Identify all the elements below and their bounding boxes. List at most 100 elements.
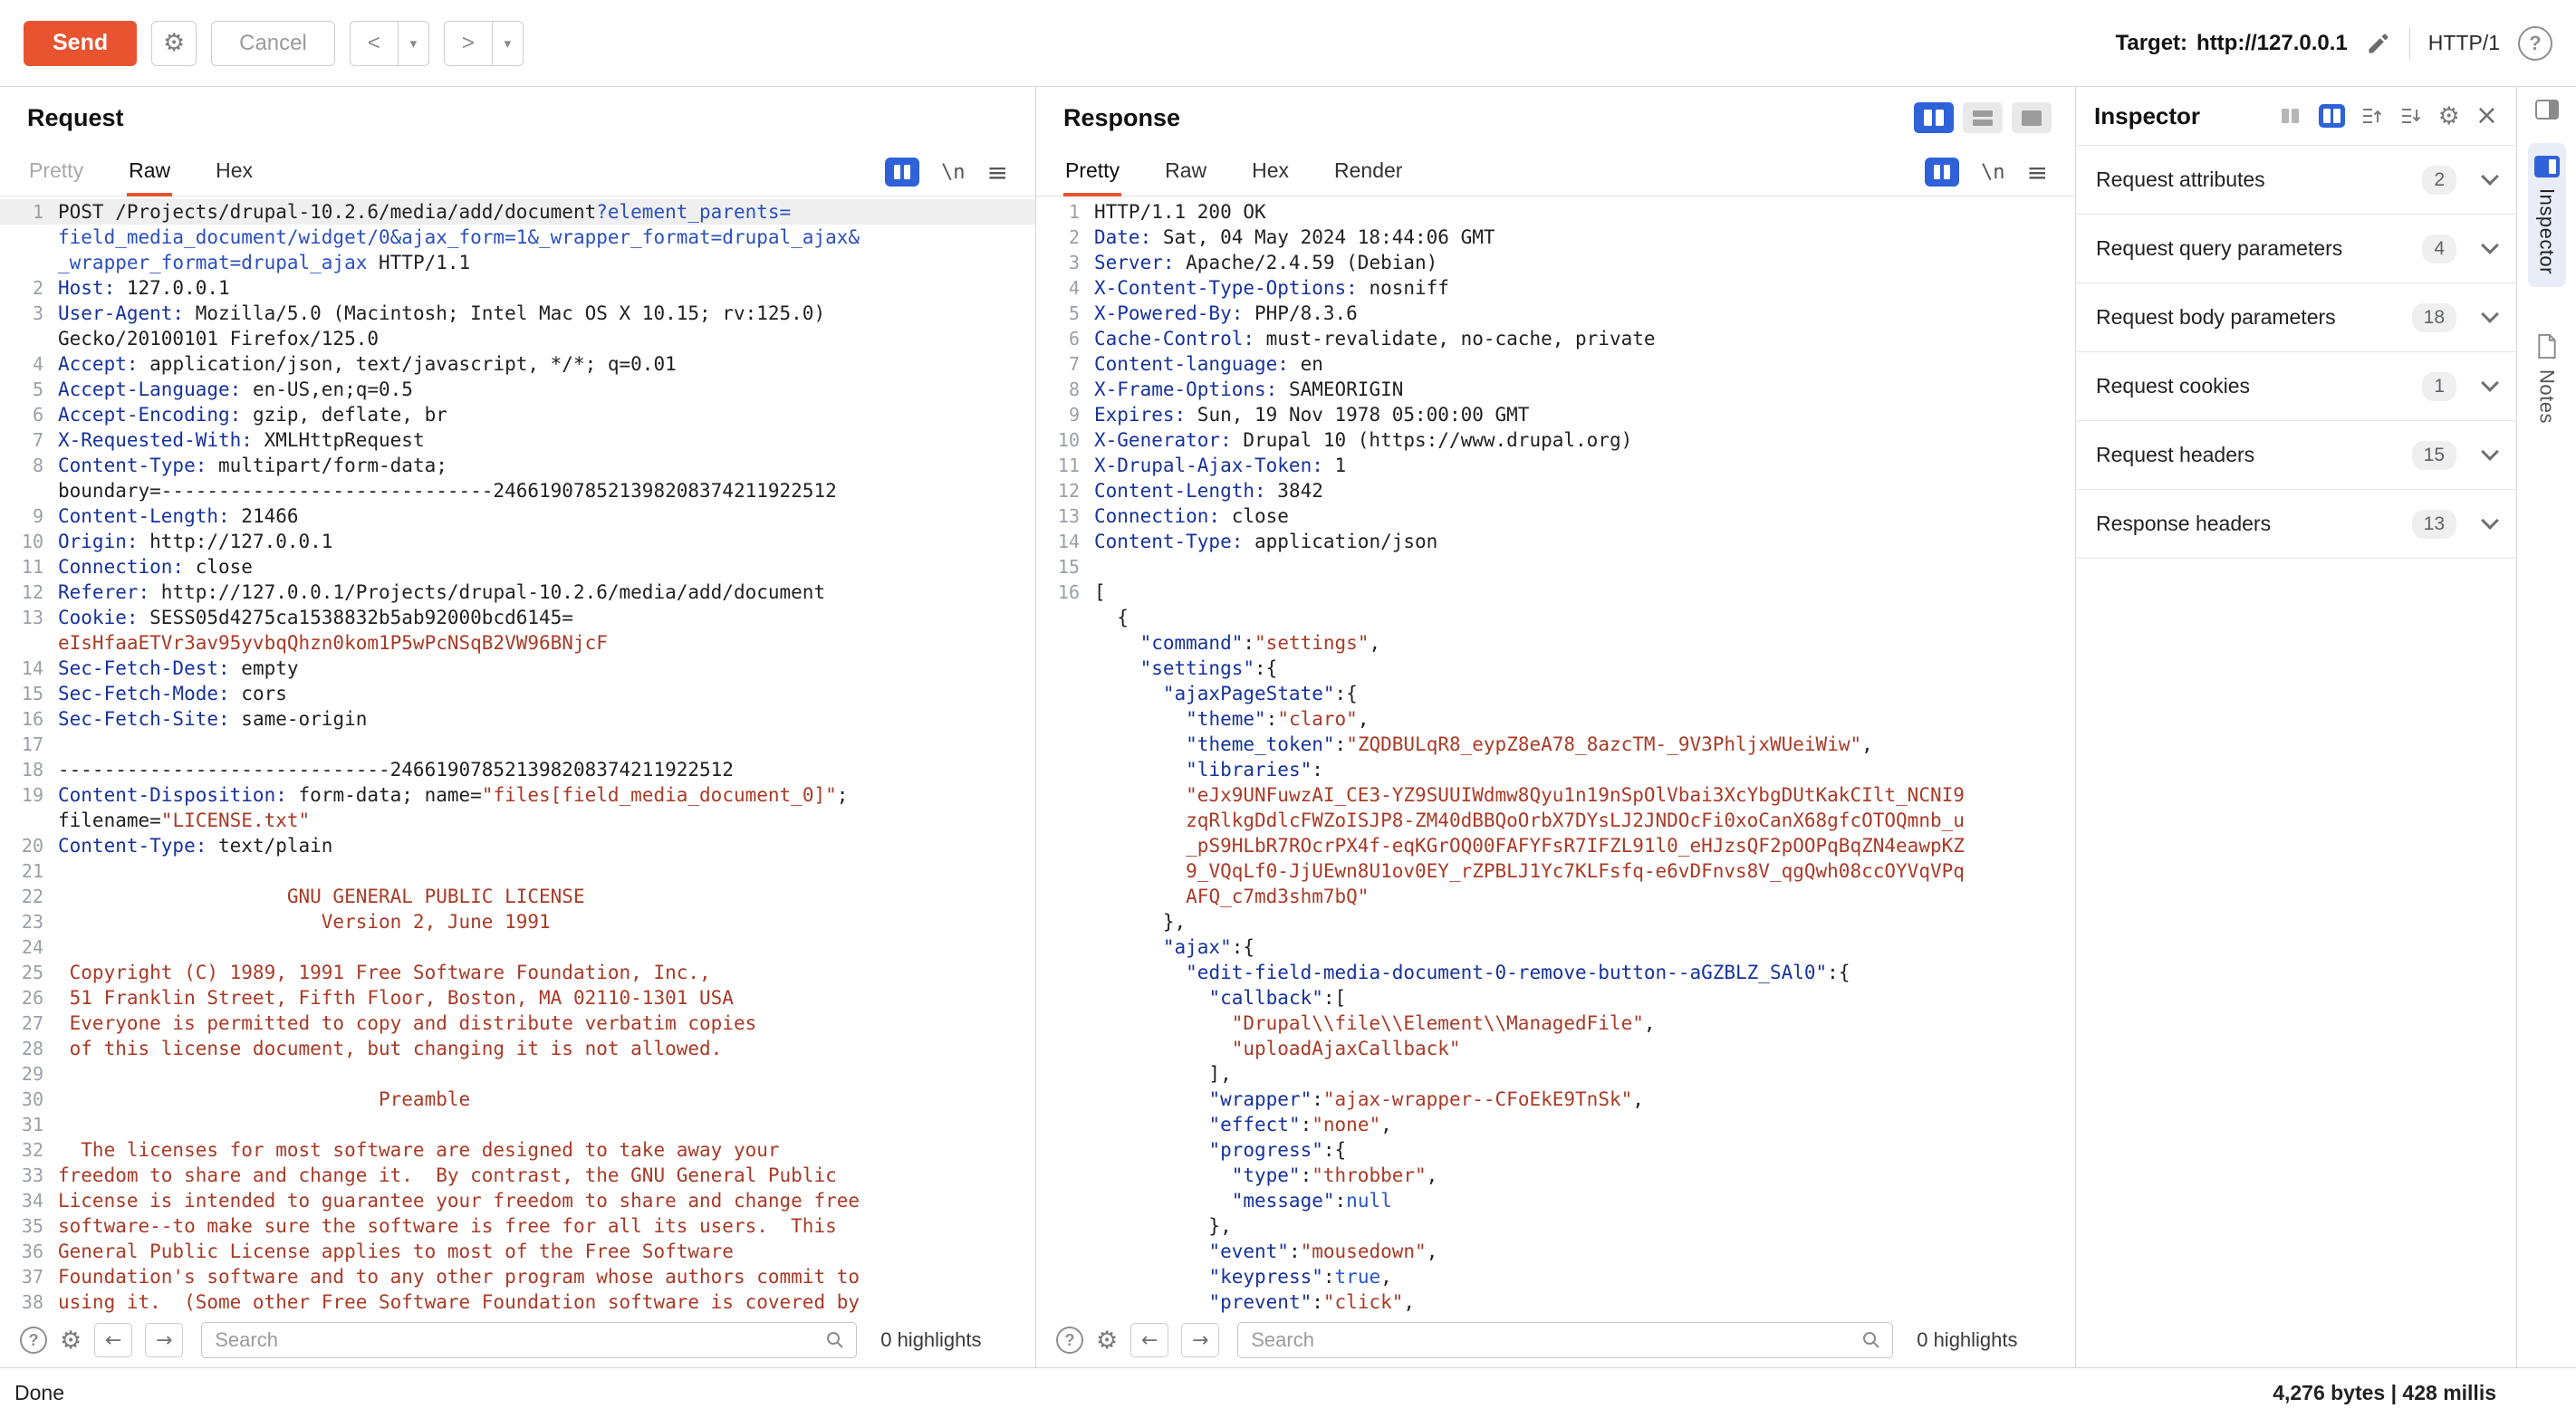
code-line[interactable]: "effect":"none", [1036, 1112, 2075, 1137]
code-line[interactable]: 11X-Drupal-Ajax-Token: 1 [1036, 453, 2075, 478]
expand-all-icon[interactable] [2399, 104, 2423, 128]
code-line[interactable]: "progress":{ [1036, 1137, 2075, 1163]
tab-pretty[interactable]: Pretty [1063, 149, 1121, 196]
layout-single-button[interactable] [2012, 102, 2052, 133]
code-line[interactable]: 26 51 Franklin Street, Fifth Floor, Bost… [0, 985, 1035, 1011]
history-back-button[interactable]: < [350, 21, 399, 66]
inspector-section-request-body-parameters[interactable]: Request body parameters18 [2076, 283, 2516, 352]
code-line[interactable]: 13Cookie: SESS05d4275ca1538832b5ab92000b… [0, 605, 1035, 630]
code-line[interactable]: "keypress":true, [1036, 1264, 2075, 1289]
search-help-icon[interactable]: ? [1056, 1327, 1083, 1354]
inspector-section-request-attributes[interactable]: Request attributes2 [2076, 146, 2516, 215]
code-line[interactable]: 9_VQqLf0-JjUEwn8U1ov0EY_rZPBLJ1Yc7KLFsfq… [1036, 858, 2075, 884]
tab-hex[interactable]: Hex [1250, 149, 1291, 196]
code-line[interactable]: "uploadAjaxCallback" [1036, 1036, 2075, 1061]
inspector-layout-horizontal-icon[interactable] [2277, 104, 2303, 128]
code-line[interactable]: 31 [0, 1112, 1035, 1137]
dock-panel-icon[interactable] [2535, 100, 2559, 120]
code-line[interactable]: zqRlkgDdlcFWZoISJP8-ZM40dBBQoOrbX7DYsLJ2… [1036, 808, 2075, 833]
search-settings-icon[interactable]: ⚙ [1096, 1328, 1118, 1353]
code-line[interactable]: 10X-Generator: Drupal 10 (https://www.dr… [1036, 427, 2075, 453]
tab-raw[interactable]: Raw [127, 149, 172, 196]
code-line[interactable]: 18-----------------------------246619078… [0, 757, 1035, 782]
history-forward-button[interactable]: > [444, 21, 493, 66]
code-line[interactable]: 25 Copyright (C) 1989, 1991 Free Softwar… [0, 960, 1035, 985]
inspector-section-response-headers[interactable]: Response headers13 [2076, 490, 2516, 559]
code-line[interactable]: 6Cache-Control: must-revalidate, no-cach… [1036, 326, 2075, 351]
tab-hex[interactable]: Hex [214, 149, 255, 196]
code-line[interactable]: boundary=-----------------------------24… [0, 478, 1035, 503]
code-line[interactable]: 38using it. (Some other Free Software Fo… [0, 1289, 1035, 1313]
code-line[interactable]: "settings":{ [1036, 656, 2075, 681]
inspector-section-request-query-parameters[interactable]: Request query parameters4 [2076, 215, 2516, 283]
code-line[interactable]: eIsHfaaETVr3av95yvbqQhzn0kom1P5wPcNSqB2V… [0, 630, 1035, 656]
request-search-input[interactable] [201, 1322, 857, 1358]
code-line[interactable]: 10Origin: http://127.0.0.1 [0, 529, 1035, 554]
code-line[interactable]: 30 Preamble [0, 1087, 1035, 1112]
cancel-button[interactable]: Cancel [211, 21, 335, 66]
code-line[interactable]: 17 [0, 732, 1035, 757]
tab-pretty[interactable]: Pretty [27, 149, 85, 196]
code-line[interactable]: "Drupal\\file\\Element\\ManagedFile", [1036, 1011, 2075, 1036]
code-line[interactable]: "event":"mousedown", [1036, 1239, 2075, 1264]
code-line[interactable]: 14Sec-Fetch-Dest: empty [0, 656, 1035, 681]
request-editor[interactable]: 1POST /Projects/drupal-10.2.6/media/add/… [0, 196, 1035, 1313]
code-line[interactable]: AFQ_c7md3shm7bQ" [1036, 884, 2075, 909]
code-line[interactable]: "libraries": [1036, 757, 2075, 782]
code-line[interactable]: "theme_token":"ZQDBULqR8_eypZ8eA78_8azcT… [1036, 732, 2075, 757]
code-line[interactable]: _wrapper_format=drupal_ajax HTTP/1.1 [0, 250, 1035, 275]
code-line[interactable]: 14Content-Type: application/json [1036, 529, 2075, 554]
code-line[interactable]: "ajaxPageState":{ [1036, 681, 2075, 706]
code-line[interactable]: 9Content-Length: 21466 [0, 503, 1035, 529]
code-line[interactable]: field_media_document/widget/0&ajax_form=… [0, 225, 1035, 250]
code-line[interactable]: "command":"settings", [1036, 630, 2075, 656]
prev-match-button[interactable]: ← [1130, 1323, 1168, 1357]
code-line[interactable]: "eJx9UNFuwzAI_CE3-YZ9SUUIWdmw8Qyu1n19nSp… [1036, 782, 2075, 808]
code-line[interactable]: 28 of this license document, but changin… [0, 1036, 1035, 1061]
code-line[interactable]: 20Content-Type: text/plain [0, 833, 1035, 858]
code-line[interactable]: 4X-Content-Type-Options: nosniff [1036, 275, 2075, 301]
code-line[interactable]: 29 [0, 1061, 1035, 1087]
collapse-all-icon[interactable] [2360, 104, 2384, 128]
display-options-icon[interactable] [885, 158, 919, 187]
code-line[interactable]: 34License is intended to guarantee your … [0, 1188, 1035, 1213]
display-options-icon[interactable] [1925, 158, 1959, 187]
code-line[interactable]: 36General Public License applies to most… [0, 1239, 1035, 1264]
code-line[interactable]: "theme":"claro", [1036, 706, 2075, 732]
code-line[interactable]: 4Accept: application/json, text/javascri… [0, 351, 1035, 377]
send-button[interactable]: Send [24, 21, 137, 66]
history-forward-dropdown[interactable]: ▾ [493, 21, 524, 66]
code-line[interactable]: 6Accept-Encoding: gzip, deflate, br [0, 402, 1035, 427]
code-line[interactable]: 15 [1036, 554, 2075, 580]
code-line[interactable]: 3User-Agent: Mozilla/5.0 (Macintosh; Int… [0, 301, 1035, 326]
code-line[interactable]: 15Sec-Fetch-Mode: cors [0, 681, 1035, 706]
code-line[interactable]: }, [1036, 909, 2075, 934]
layout-columns-button[interactable] [1914, 102, 1954, 133]
code-line[interactable]: 13Connection: close [1036, 503, 2075, 529]
tab-raw[interactable]: Raw [1163, 149, 1208, 196]
help-icon[interactable]: ? [2518, 26, 2552, 61]
code-line[interactable]: 32 The licenses for most software are de… [0, 1137, 1035, 1163]
code-line[interactable]: }, [1036, 1213, 2075, 1239]
next-match-button[interactable]: → [145, 1323, 183, 1357]
code-line[interactable]: 7Content-language: en [1036, 351, 2075, 377]
http-version-label[interactable]: HTTP/1 [2428, 31, 2500, 55]
code-line[interactable]: { [1036, 605, 2075, 630]
show-newlines-toggle[interactable]: \n [1981, 161, 2005, 184]
code-line[interactable]: 5X-Powered-By: PHP/8.3.6 [1036, 301, 2075, 326]
code-line[interactable]: Gecko/20100101 Firefox/125.0 [0, 326, 1035, 351]
code-line[interactable]: 16[ [1036, 580, 2075, 605]
code-line[interactable]: 27 Everyone is permitted to copy and dis… [0, 1011, 1035, 1036]
response-search-input[interactable] [1237, 1322, 1893, 1358]
editor-menu-icon[interactable]: ≡ [987, 158, 1008, 187]
code-line[interactable]: 7X-Requested-With: XMLHttpRequest [0, 427, 1035, 453]
side-tab-notes[interactable]: Notes [2529, 321, 2565, 436]
code-line[interactable]: 33freedom to share and change it. By con… [0, 1163, 1035, 1188]
code-line[interactable]: 2Date: Sat, 04 May 2024 18:44:06 GMT [1036, 225, 2075, 250]
code-line[interactable]: 11Connection: close [0, 554, 1035, 580]
code-line[interactable]: "type":"throbber", [1036, 1163, 2075, 1188]
code-line[interactable]: "prevent":"click", [1036, 1289, 2075, 1313]
code-line[interactable]: _pS9HLbR7ROcrPX4f-eqKGrOQ00FAFYFsR7IFZL9… [1036, 833, 2075, 858]
history-back-dropdown[interactable]: ▾ [399, 21, 429, 66]
code-line[interactable]: "wrapper":"ajax-wrapper--CFoEkE9TnSk", [1036, 1087, 2075, 1112]
